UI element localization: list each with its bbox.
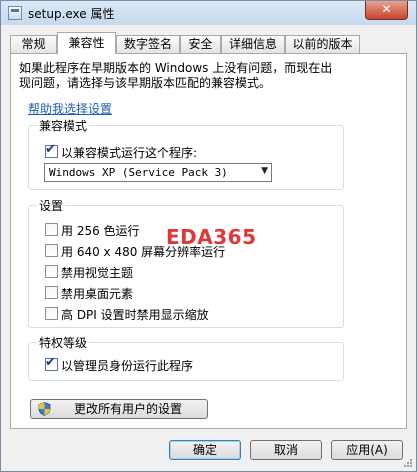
setting-checkbox-disable-dpi-scaling[interactable]: [45, 307, 58, 320]
help-me-choose-link[interactable]: 帮助我选择设置: [28, 100, 112, 117]
tab-details[interactable]: 详细信息: [221, 35, 285, 53]
chevron-down-icon: ▼: [261, 166, 268, 176]
ok-button[interactable]: 确定: [169, 440, 241, 460]
compatibility-description: 如果此程序在早期版本的 Windows 上没有问题，而现在出 现问题，请选择与该…: [19, 61, 379, 91]
checkbox-label: 禁用桌面元素: [61, 287, 134, 301]
button-label: 更改所有用户的设置: [73, 402, 182, 416]
os-version-select[interactable]: Windows XP (Service Pack 3) ▼: [44, 163, 272, 182]
checkbox-label: 以兼容模式运行这个程序:: [61, 146, 198, 160]
apply-button[interactable]: 应用(A): [331, 440, 403, 460]
app-icon: [8, 6, 22, 20]
checkbox-label: 禁用视觉主题: [61, 266, 134, 280]
tab-previous-versions[interactable]: 以前的版本: [285, 35, 360, 53]
cancel-button[interactable]: 取消: [250, 440, 322, 460]
resize-grip-icon[interactable]: [403, 458, 413, 468]
properties-window: setup.exe 属性 ✕ 常规 兼容性 数字签名 安全 详细信息 以前的版本…: [0, 0, 417, 472]
checkbox-label: 用 256 色运行: [61, 224, 140, 238]
change-all-users-button[interactable]: 更改所有用户的设置: [30, 399, 208, 419]
select-value: Windows XP (Service Pack 3): [49, 166, 228, 179]
group-label: 设置: [37, 197, 66, 214]
setting-checkbox-640x480[interactable]: [45, 244, 58, 257]
close-icon: ✕: [381, 2, 392, 16]
group-label: 特权等级: [37, 334, 90, 351]
setting-checkbox-disable-visual-themes[interactable]: [45, 265, 58, 278]
setting-checkbox-256-colors[interactable]: [45, 223, 58, 236]
description-line: 如果此程序在早期版本的 Windows 上没有问题，而现在出: [19, 61, 333, 75]
tab-general[interactable]: 常规: [10, 35, 57, 53]
check-icon: ✔: [45, 142, 56, 157]
run-as-admin-checkbox[interactable]: ✔: [45, 355, 58, 371]
uac-shield-icon: [38, 402, 51, 416]
tab-digital-signatures[interactable]: 数字签名: [116, 35, 180, 53]
window-title: setup.exe 属性: [28, 7, 115, 21]
checkbox-label: 以管理员身份运行此程序: [61, 359, 194, 373]
checkbox-label: 高 DPI 设置时禁用显示缩放: [61, 308, 209, 322]
compatibility-mode-checkbox[interactable]: ✔: [45, 142, 58, 158]
tab-compatibility[interactable]: 兼容性: [57, 32, 116, 54]
group-label: 兼容模式: [37, 117, 90, 134]
watermark-text: EDA365: [166, 225, 257, 249]
description-line: 现问题，请选择与该早期版本匹配的兼容模式。: [19, 76, 272, 90]
setting-checkbox-disable-desktop-composition[interactable]: [45, 286, 58, 299]
tab-security[interactable]: 安全: [180, 35, 221, 53]
check-icon: ✔: [45, 355, 56, 370]
title-bar[interactable]: setup.exe 属性 ✕: [1, 1, 416, 25]
close-button[interactable]: ✕: [365, 1, 408, 20]
